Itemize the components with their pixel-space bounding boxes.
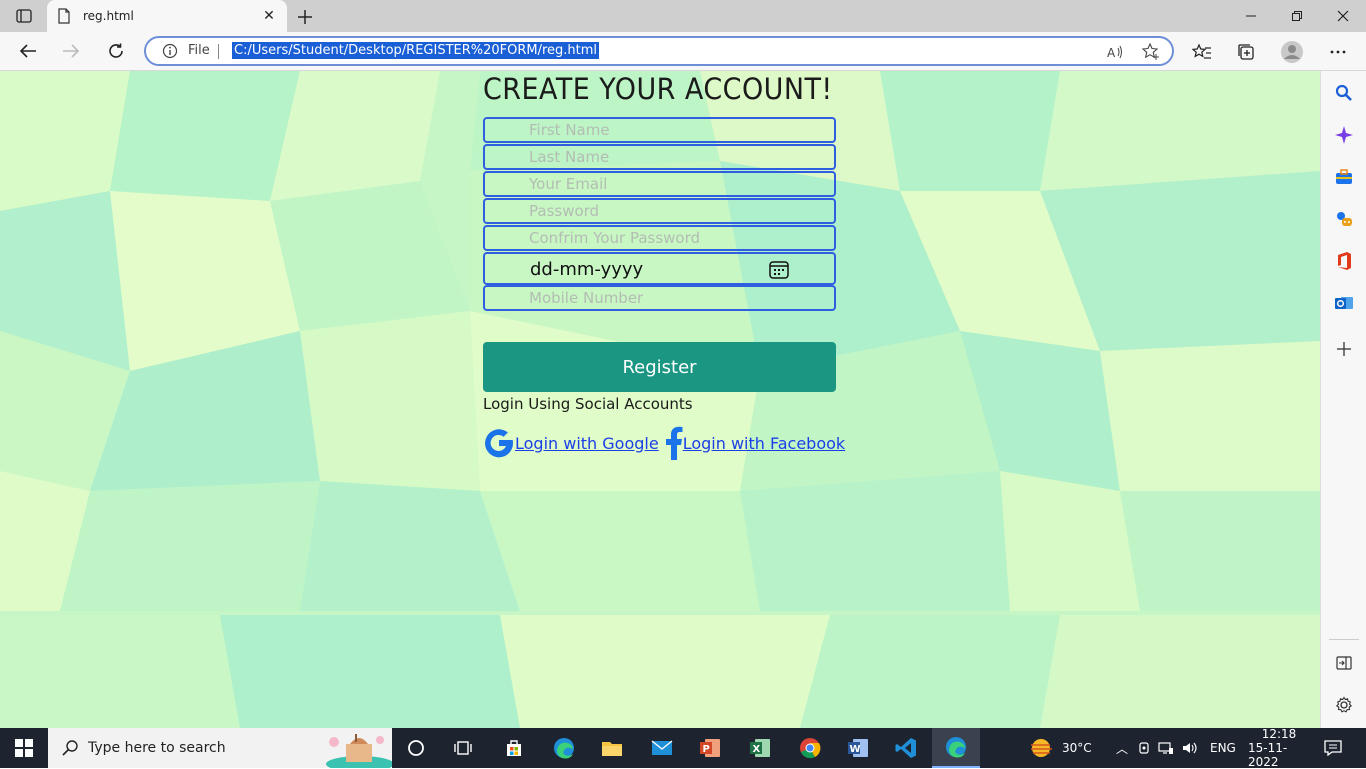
mobile-number-input[interactable]	[483, 285, 836, 311]
first-name-input[interactable]	[483, 117, 836, 143]
social-login-links: Login with Google Login with Facebook	[483, 426, 845, 460]
tab-strip: reg.html ✕	[0, 0, 1366, 32]
network-icon[interactable]	[1158, 741, 1174, 755]
google-icon[interactable]	[483, 426, 515, 460]
google-login-link[interactable]: Login with Google	[515, 434, 659, 453]
weather-widget[interactable]: 30°C	[1028, 728, 1092, 768]
social-login-label: Login Using Social Accounts	[483, 395, 693, 413]
taskbar-search-placeholder: Type here to search	[88, 740, 226, 756]
task-view-icon[interactable]	[440, 728, 488, 768]
file-explorer-icon[interactable]	[588, 728, 636, 768]
restore-icon[interactable]	[1274, 0, 1320, 32]
search-highlight-illustration-icon	[326, 734, 392, 768]
vscode-icon[interactable]	[882, 728, 930, 768]
password-input[interactable]	[483, 198, 836, 224]
calendar-icon[interactable]	[769, 261, 789, 279]
facebook-icon[interactable]	[665, 426, 683, 460]
edge-active-taskbar-icon[interactable]	[932, 728, 980, 768]
new-tab-icon[interactable]	[294, 6, 316, 28]
refresh-icon[interactable]	[102, 38, 130, 64]
address-separator	[218, 44, 219, 59]
last-name-input[interactable]	[483, 144, 836, 170]
clock[interactable]: 12:18 15-11-2022	[1248, 727, 1310, 769]
register-button[interactable]: Register	[483, 342, 836, 392]
close-window-icon[interactable]	[1320, 0, 1366, 32]
discover-sparkle-icon[interactable]	[1334, 125, 1354, 145]
tools-icon[interactable]	[1334, 167, 1354, 187]
page-viewport: CREATE YOUR ACCOUNT! dd-mm-yyyy Register…	[0, 71, 1320, 728]
collections-icon[interactable]	[1234, 40, 1258, 64]
svg-text:X: X	[753, 744, 761, 755]
url-text[interactable]: C:/Users/Student/Desktop/REGISTER%20FORM…	[232, 42, 600, 59]
close-tab-icon[interactable]: ✕	[261, 8, 277, 24]
profile-avatar-icon[interactable]	[1280, 40, 1304, 64]
location-icon[interactable]	[1138, 741, 1150, 755]
read-aloud-icon[interactable]: A	[1106, 43, 1124, 61]
svg-text:P: P	[703, 744, 710, 755]
svg-text:A: A	[1107, 46, 1116, 59]
facebook-login-link[interactable]: Login with Facebook	[683, 434, 845, 453]
system-tray-icons: ︿ ENG	[1116, 728, 1236, 768]
tab-actions-icon[interactable]	[8, 5, 40, 27]
add-sidebar-app-icon[interactable]	[1334, 339, 1354, 359]
word-icon[interactable]: W	[834, 728, 882, 768]
language-indicator[interactable]: ENG	[1210, 741, 1236, 755]
powerpoint-icon[interactable]: P	[686, 728, 734, 768]
outlook-icon[interactable]	[1334, 293, 1354, 313]
minimize-icon[interactable]	[1228, 0, 1274, 32]
favorites-icon[interactable]	[1190, 40, 1214, 64]
date-value: dd-mm-yyyy	[530, 259, 644, 280]
chrome-icon[interactable]	[786, 728, 834, 768]
excel-icon[interactable]: X	[736, 728, 784, 768]
sidebar-divider	[1329, 639, 1359, 640]
svg-text:W: W	[850, 744, 861, 755]
cortana-icon[interactable]	[392, 728, 440, 768]
weather-sun-icon	[1031, 739, 1052, 757]
edge-taskbar-icon[interactable]	[540, 728, 588, 768]
info-icon[interactable]	[162, 43, 178, 59]
date-of-birth-input[interactable]: dd-mm-yyyy	[483, 252, 836, 285]
volume-icon[interactable]	[1182, 741, 1198, 755]
mail-icon[interactable]	[638, 728, 686, 768]
tab-title: reg.html	[83, 9, 134, 23]
browser-toolbar: File C:/Users/Student/Desktop/REGISTER%2…	[0, 32, 1366, 71]
edge-sidebar	[1320, 71, 1366, 728]
file-scheme-label: File	[188, 43, 210, 58]
page-icon	[58, 8, 70, 24]
address-bar[interactable]: File C:/Users/Student/Desktop/REGISTER%2…	[144, 36, 1174, 66]
taskbar-search-box[interactable]: Type here to search	[48, 728, 392, 768]
games-icon[interactable]	[1334, 209, 1354, 229]
clock-date: 15-11-2022	[1248, 741, 1288, 769]
hide-sidebar-icon[interactable]	[1334, 653, 1354, 673]
search-magnifier-icon	[62, 740, 78, 756]
browser-tab[interactable]: reg.html ✕	[47, 0, 287, 32]
more-menu-icon[interactable]	[1326, 40, 1350, 64]
confirm-password-input[interactable]	[483, 225, 836, 251]
notifications-icon[interactable]	[1322, 728, 1344, 768]
page-title: CREATE YOUR ACCOUNT!	[483, 72, 833, 106]
email-input[interactable]	[483, 171, 836, 197]
clock-time: 12:18	[1261, 727, 1297, 741]
forward-icon[interactable]	[57, 38, 85, 64]
microsoft-store-icon[interactable]	[490, 728, 538, 768]
search-icon[interactable]	[1334, 83, 1354, 103]
windows-start-icon[interactable]	[0, 728, 48, 768]
tray-chevron-up-icon[interactable]: ︿	[1116, 740, 1130, 757]
settings-gear-icon[interactable]	[1334, 695, 1354, 715]
office-icon[interactable]	[1334, 251, 1354, 271]
add-favorite-icon[interactable]	[1142, 43, 1160, 61]
temperature-text: 30°C	[1062, 741, 1092, 755]
windows-taskbar: Type here to search P X W 30°C ︿ ENG 12:…	[0, 727, 1366, 769]
back-icon[interactable]	[14, 38, 42, 64]
